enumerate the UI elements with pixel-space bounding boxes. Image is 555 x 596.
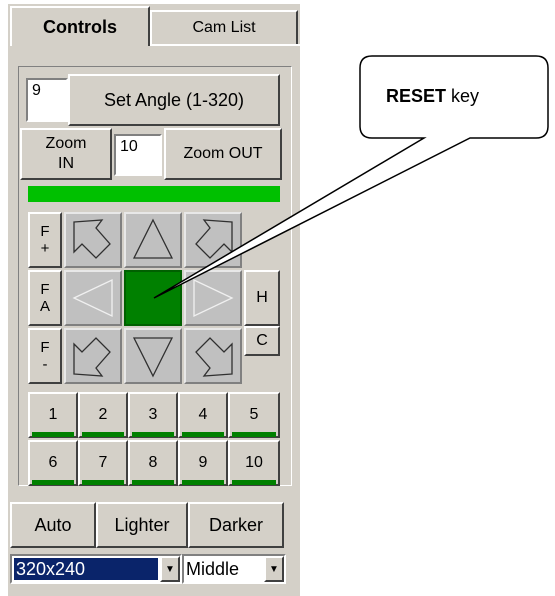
pan-up-right-button[interactable] bbox=[184, 212, 242, 268]
resolution-value: 320x240 bbox=[14, 558, 158, 580]
focus-near-button[interactable]: F + bbox=[28, 212, 62, 268]
arrow-up-right-icon bbox=[195, 219, 233, 259]
c-button[interactable]: C bbox=[244, 326, 280, 356]
arrow-down-icon bbox=[132, 337, 174, 378]
arrow-up-icon bbox=[132, 218, 174, 259]
callout-bold-text: RESET bbox=[386, 86, 447, 106]
preset-led bbox=[132, 432, 174, 437]
callout-rest-text: key bbox=[446, 86, 480, 106]
exposure-lighter-label: Lighter bbox=[114, 514, 170, 535]
zoom-in-button[interactable]: Zoom IN bbox=[20, 128, 112, 180]
preset-led bbox=[132, 480, 174, 485]
focus-far-label: F - bbox=[40, 339, 50, 373]
arrow-up-left-icon bbox=[73, 219, 111, 259]
quality-dropdown-button[interactable]: ▼ bbox=[264, 556, 284, 582]
exposure-auto-button[interactable]: Auto bbox=[10, 502, 96, 548]
preset-label: 3 bbox=[148, 406, 158, 423]
arrow-down-left-icon bbox=[73, 337, 111, 377]
pan-down-left-button[interactable] bbox=[64, 328, 122, 384]
preset-led bbox=[182, 480, 224, 485]
c-button-label: C bbox=[256, 332, 268, 349]
pan-left-button[interactable] bbox=[64, 270, 122, 326]
tab-controls[interactable]: Controls bbox=[10, 6, 150, 46]
preset-led bbox=[82, 432, 124, 437]
tilt-down-button[interactable] bbox=[124, 328, 182, 384]
pan-up-left-button[interactable] bbox=[64, 212, 122, 268]
tab-controls-label: Controls bbox=[43, 16, 117, 37]
exposure-lighter-button[interactable]: Lighter bbox=[96, 502, 188, 548]
resolution-dropdown-button[interactable]: ▼ bbox=[160, 556, 180, 582]
preset-label: 5 bbox=[249, 406, 259, 423]
pan-down-right-button[interactable] bbox=[184, 328, 242, 384]
preset-led bbox=[32, 432, 74, 437]
callout-text: RESET key bbox=[386, 86, 479, 107]
reset-button[interactable] bbox=[124, 270, 182, 326]
focus-auto-button[interactable]: F A bbox=[28, 270, 62, 326]
arrow-left-icon bbox=[72, 278, 113, 318]
home-button[interactable]: H bbox=[244, 270, 280, 326]
focus-far-button[interactable]: F - bbox=[28, 328, 62, 384]
resolution-select[interactable]: 320x240 ▼ bbox=[10, 554, 182, 584]
tab-cam-list[interactable]: Cam List bbox=[150, 10, 298, 44]
quality-value: Middle bbox=[186, 558, 240, 579]
zoom-out-label: Zoom OUT bbox=[183, 145, 263, 162]
zoom-out-button[interactable]: Zoom OUT bbox=[164, 128, 282, 180]
tilt-up-button[interactable] bbox=[124, 212, 182, 268]
angle-input[interactable]: 9 bbox=[26, 78, 68, 122]
preset-label: 2 bbox=[98, 406, 108, 423]
preset-label: 1 bbox=[48, 406, 58, 423]
zoom-in-label: Zoom IN bbox=[45, 135, 87, 172]
arrow-down-right-icon bbox=[195, 337, 233, 377]
arrow-right-icon bbox=[193, 278, 234, 318]
preset-led bbox=[232, 480, 276, 485]
home-button-label: H bbox=[256, 289, 268, 306]
pan-right-button[interactable] bbox=[184, 270, 242, 326]
focus-auto-label: F A bbox=[40, 281, 51, 315]
set-angle-button[interactable]: Set Angle (1-320) bbox=[68, 74, 280, 126]
exposure-darker-button[interactable]: Darker bbox=[188, 502, 284, 548]
tab-cam-list-label: Cam List bbox=[192, 19, 256, 36]
zoom-value-input[interactable]: 10 bbox=[114, 134, 162, 176]
set-angle-label: Set Angle (1-320) bbox=[103, 89, 245, 110]
preset-led bbox=[32, 480, 74, 485]
quality-select[interactable]: Middle ▼ bbox=[182, 554, 286, 584]
preset-label: 8 bbox=[148, 454, 158, 471]
focus-near-label: F + bbox=[40, 223, 50, 257]
exposure-auto-label: Auto bbox=[34, 514, 72, 535]
preset-label: 10 bbox=[245, 454, 263, 471]
preset-led bbox=[232, 432, 276, 437]
exposure-darker-label: Darker bbox=[208, 514, 263, 535]
chevron-down-icon: ▼ bbox=[269, 563, 279, 575]
preset-led bbox=[182, 432, 224, 437]
preset-label: 7 bbox=[98, 454, 108, 471]
preset-label: 6 bbox=[48, 454, 58, 471]
preset-label: 4 bbox=[198, 406, 208, 423]
status-bar bbox=[28, 186, 280, 202]
preset-led bbox=[82, 480, 124, 485]
preset-label: 9 bbox=[198, 454, 208, 471]
chevron-down-icon: ▼ bbox=[165, 563, 175, 575]
